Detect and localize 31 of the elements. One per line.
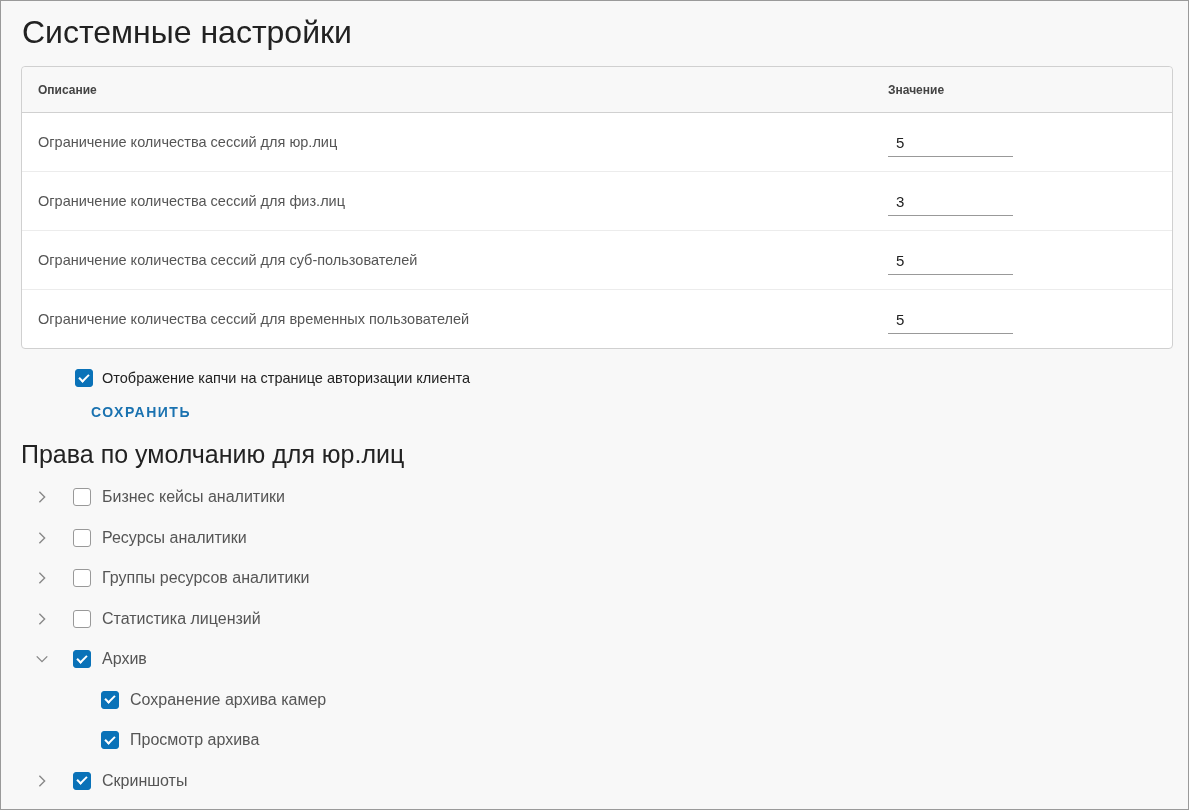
checkbox-label: Отображение капчи на странице авторизации клиента xyxy=(102,370,471,386)
input-field[interactable]: 5 xyxy=(888,304,1013,334)
column-header: Значение xyxy=(888,82,946,97)
table-cell-text: Ограничение количества сессий для суб-пользователей xyxy=(37,252,419,268)
checkbox[interactable] xyxy=(101,731,119,750)
checkbox[interactable] xyxy=(73,528,91,547)
checkbox[interactable] xyxy=(73,771,91,790)
checkbox[interactable] xyxy=(73,488,91,507)
page-title: Системные настройки xyxy=(22,13,353,52)
tree-item-label: Просмотр архива xyxy=(130,731,260,750)
input-field[interactable]: 5 xyxy=(888,245,1013,275)
tree-item-label: Группы ресурсов аналитики xyxy=(102,569,310,588)
checkbox[interactable] xyxy=(73,650,91,669)
checkbox[interactable] xyxy=(75,369,93,387)
input-field[interactable]: 5 xyxy=(888,127,1013,157)
table-cell-text: Ограничение количества сессий для физ.лиц xyxy=(37,193,346,209)
table-cell-text: Ограничение количества сессий для юр.лиц xyxy=(37,134,339,150)
tree-item-label: Архив xyxy=(102,650,147,669)
tree-item-label: Статистика лицензий xyxy=(102,609,261,628)
tree-item-label: Бизнес кейсы аналитики xyxy=(102,488,286,507)
checkbox[interactable] xyxy=(73,569,91,588)
table-cell-text: Ограничение количества сессий для временных пользователей xyxy=(37,311,471,327)
checkbox[interactable] xyxy=(101,690,119,709)
tree-item-label: Ресурсы аналитики xyxy=(102,528,247,547)
column-header: Описание xyxy=(37,82,98,97)
tree-item-label: Скриншоты xyxy=(102,771,188,790)
section-title: Права по умолчанию для юр.лиц xyxy=(21,439,406,470)
tree-item-label: Сохранение архива камер xyxy=(130,690,327,709)
input-field[interactable]: 3 xyxy=(888,186,1013,216)
save-button[interactable]: СОХРАНИТЬ xyxy=(83,400,199,424)
checkbox[interactable] xyxy=(73,609,91,628)
